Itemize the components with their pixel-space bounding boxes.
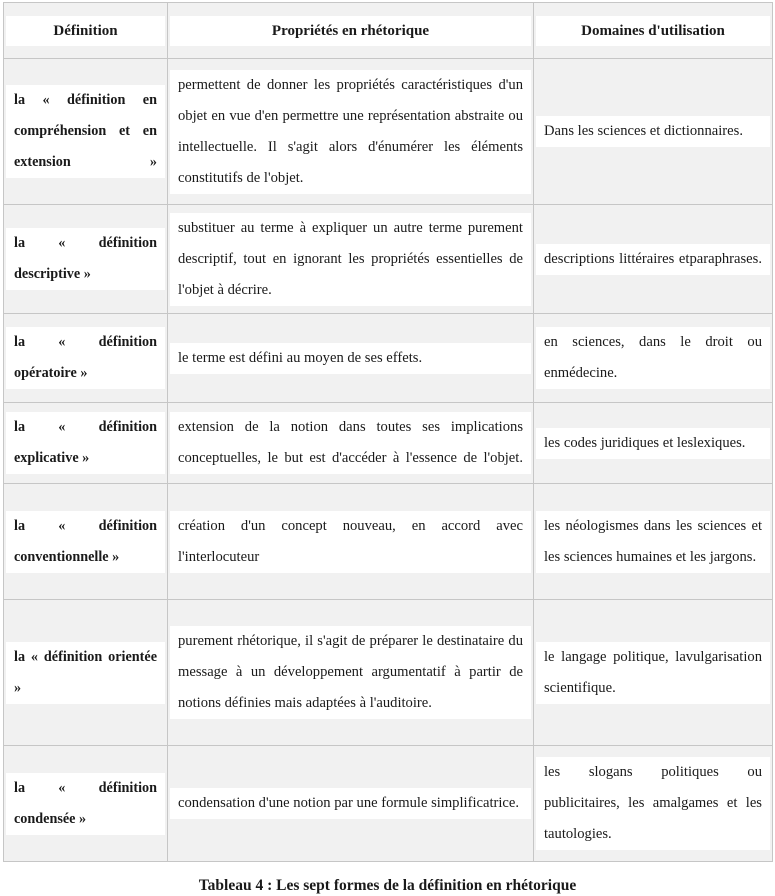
cell-definition: la « définition en compréhension et en e…: [3, 58, 168, 205]
table-row: la « définition orientée » purement rhét…: [3, 599, 773, 746]
cell-definition: la « définition condensée »: [3, 745, 168, 862]
cell-domaines: les néologismes dans les sciences et les…: [533, 483, 773, 600]
table-container: Définition Propriétés en rhétorique Doma…: [0, 0, 775, 896]
table-body: la « définition en compréhension et en e…: [3, 58, 773, 862]
cell-definition-text: la « définition orientée »: [6, 641, 165, 704]
cell-domaines-text: en sciences, dans le droit ou enmédecine…: [536, 327, 770, 389]
cell-domaines-text: descriptions littéraires etparaphrases.: [536, 243, 770, 275]
cell-domaines-text: le langage politique, lavulgarisation sc…: [536, 641, 770, 704]
cell-proprietes-text: création d'un concept nouveau, en accord…: [170, 510, 531, 573]
cell-proprietes: extension de la notion dans toutes ses i…: [167, 402, 534, 484]
cell-definition: la « définition conventionnelle »: [3, 483, 168, 600]
cell-proprietes: condensation d'une notion par une formul…: [167, 745, 534, 862]
cell-definition: la « définition opératoire »: [3, 313, 168, 403]
cell-domaines: Dans les sciences et dictionnaires.: [533, 58, 773, 205]
table-caption: Tableau 4 : Les sept formes de la défini…: [198, 877, 577, 894]
table-row: la « définition descriptive » substituer…: [3, 204, 773, 314]
table-header: Définition Propriétés en rhétorique Doma…: [3, 2, 773, 59]
cell-domaines: les slogans politiques ou publicitaires,…: [533, 745, 773, 862]
column-header-proprietes: Propriétés en rhétorique: [167, 2, 534, 59]
cell-proprietes-text: purement rhétorique, il s'agit de prépar…: [170, 626, 531, 719]
cell-proprietes-text: substituer au terme à expliquer un autre…: [170, 212, 531, 306]
cell-domaines-text: les slogans politiques ou publicitaires,…: [536, 757, 770, 850]
cell-definition: la « définition explicative »: [3, 402, 168, 484]
cell-domaines: descriptions littéraires etparaphrases.: [533, 204, 773, 314]
cell-proprietes-text: extension de la notion dans toutes ses i…: [170, 412, 531, 474]
cell-domaines: le langage politique, lavulgarisation sc…: [533, 599, 773, 746]
cell-proprietes: création d'un concept nouveau, en accord…: [167, 483, 534, 600]
cell-proprietes: substituer au terme à expliquer un autre…: [167, 204, 534, 314]
table-row: la « définition conventionnelle » créati…: [3, 483, 773, 600]
cell-proprietes: purement rhétorique, il s'agit de prépar…: [167, 599, 534, 746]
cell-proprietes-text: le terme est défini au moyen de ses effe…: [170, 342, 531, 374]
cell-domaines-text: les codes juridiques et leslexiques.: [536, 427, 770, 459]
table-row: la « définition opératoire » le terme es…: [3, 313, 773, 403]
cell-definition-text: la « définition opératoire »: [6, 327, 165, 389]
cell-domaines-text: Dans les sciences et dictionnaires.: [536, 116, 770, 147]
header-row: Définition Propriétés en rhétorique Doma…: [3, 2, 773, 59]
cell-domaines-text: les néologismes dans les sciences et les…: [536, 510, 770, 573]
cell-domaines: les codes juridiques et leslexiques.: [533, 402, 773, 484]
column-header-definition: Définition: [3, 2, 168, 59]
document-page: Définition Propriétés en rhétorique Doma…: [0, 0, 775, 894]
cell-proprietes-text: condensation d'une notion par une formul…: [170, 788, 531, 819]
definition-forms-table: Définition Propriétés en rhétorique Doma…: [3, 2, 773, 862]
cell-proprietes: permettent de donner les propriétés cara…: [167, 58, 534, 205]
table-row: la « définition en compréhension et en e…: [3, 58, 773, 205]
cell-definition-text: la « définition en compréhension et en e…: [6, 85, 165, 178]
table-row: la « définition explicative » extension …: [3, 402, 773, 484]
cell-definition-text: la « définition descriptive »: [6, 228, 165, 290]
cell-proprietes-text: permettent de donner les propriétés cara…: [170, 69, 531, 194]
cell-definition-text: la « définition condensée »: [6, 772, 165, 835]
column-header-domaines: Domaines d'utilisation: [533, 2, 773, 59]
cell-definition: la « définition orientée »: [3, 599, 168, 746]
column-header-domaines-label: Domaines d'utilisation: [536, 15, 770, 46]
cell-domaines: en sciences, dans le droit ou enmédecine…: [533, 313, 773, 403]
column-header-definition-label: Définition: [6, 15, 165, 46]
column-header-proprietes-label: Propriétés en rhétorique: [170, 15, 531, 46]
cell-definition: la « définition descriptive »: [3, 204, 168, 314]
table-row: la « définition condensée » condensation…: [3, 745, 773, 862]
cell-proprietes: le terme est défini au moyen de ses effe…: [167, 313, 534, 403]
cell-definition-text: la « définition conventionnelle »: [6, 510, 165, 573]
cell-definition-text: la « définition explicative »: [6, 412, 165, 474]
